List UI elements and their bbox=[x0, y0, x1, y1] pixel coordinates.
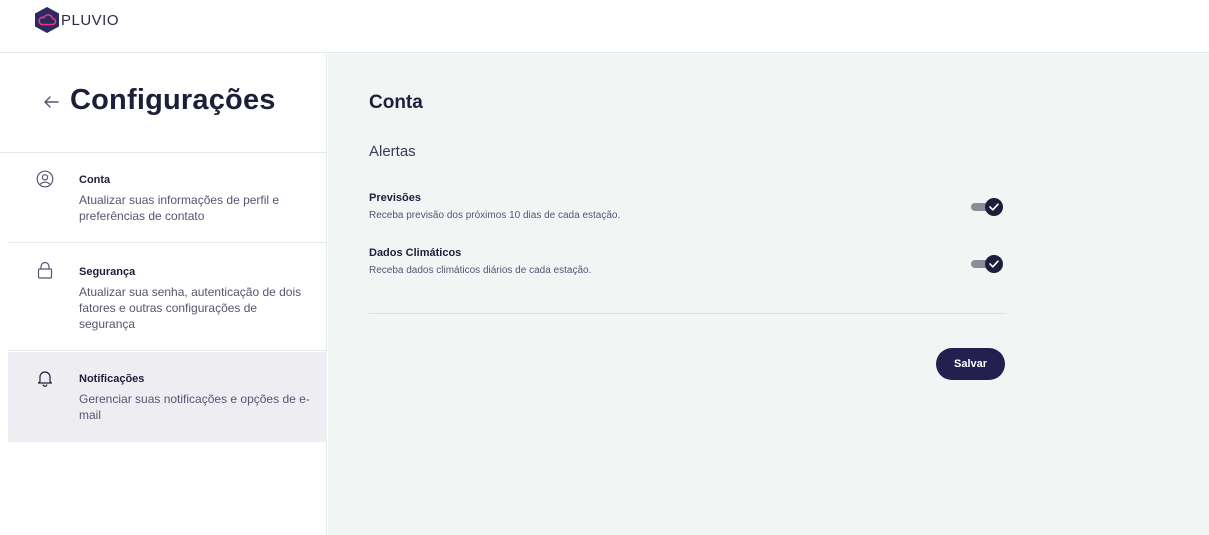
sidebar-header: Configurações bbox=[0, 54, 327, 153]
check-icon bbox=[989, 203, 999, 211]
page-title: Configurações bbox=[70, 84, 276, 116]
sidebar-item-conta[interactable]: Conta Atualizar suas informações de perf… bbox=[8, 153, 327, 243]
section-heading: Conta bbox=[369, 92, 423, 113]
preference-label: Dados Climáticos bbox=[369, 247, 462, 259]
sidebar-item-description: Gerenciar suas notificações e opções de … bbox=[79, 392, 310, 422]
top-bar: PLUVIO bbox=[0, 0, 1209, 53]
sidebar-item-description: Atualizar suas informações de perfil e p… bbox=[79, 193, 280, 223]
settings-sidebar: Configurações Conta Atualizar suas infor… bbox=[0, 54, 327, 535]
user-circle-icon bbox=[36, 170, 54, 188]
sidebar-item-label: Segurança bbox=[79, 266, 136, 278]
settings-content: Conta Alertas Previsões Receba previsão … bbox=[328, 54, 1209, 535]
save-button[interactable]: Salvar bbox=[936, 348, 1005, 380]
bell-icon bbox=[37, 371, 53, 387]
dados-climaticos-toggle[interactable] bbox=[971, 255, 1003, 273]
toggle-knob bbox=[985, 198, 1003, 216]
preference-description: Receba previsão dos próximos 10 dias de … bbox=[369, 210, 621, 221]
pluvio-logo[interactable]: PLUVIO bbox=[34, 6, 119, 34]
divider bbox=[369, 313, 1005, 314]
sidebar-item-description: Atualizar sua senha, autenticação de doi… bbox=[79, 285, 302, 331]
sidebar-item-notificacoes[interactable]: Notificações Gerenciar suas notificações… bbox=[8, 352, 327, 442]
cloud-hexagon-icon bbox=[35, 7, 59, 33]
preference-label: Previsões bbox=[369, 192, 421, 204]
lock-icon bbox=[37, 261, 53, 279]
arrow-left-icon[interactable] bbox=[42, 94, 60, 110]
sidebar-item-label: Notificações bbox=[79, 373, 145, 385]
sidebar-item-label: Conta bbox=[79, 174, 111, 186]
previsoes-toggle[interactable] bbox=[971, 198, 1003, 216]
alerts-subheading: Alertas bbox=[369, 143, 416, 160]
toggle-knob bbox=[985, 255, 1003, 273]
check-icon bbox=[989, 260, 999, 268]
brand-name: PLUVIO bbox=[61, 11, 120, 29]
preference-description: Receba dados climáticos diários de cada … bbox=[369, 265, 592, 276]
sidebar-item-seguranca[interactable]: Segurança Atualizar sua senha, autentica… bbox=[8, 244, 327, 351]
